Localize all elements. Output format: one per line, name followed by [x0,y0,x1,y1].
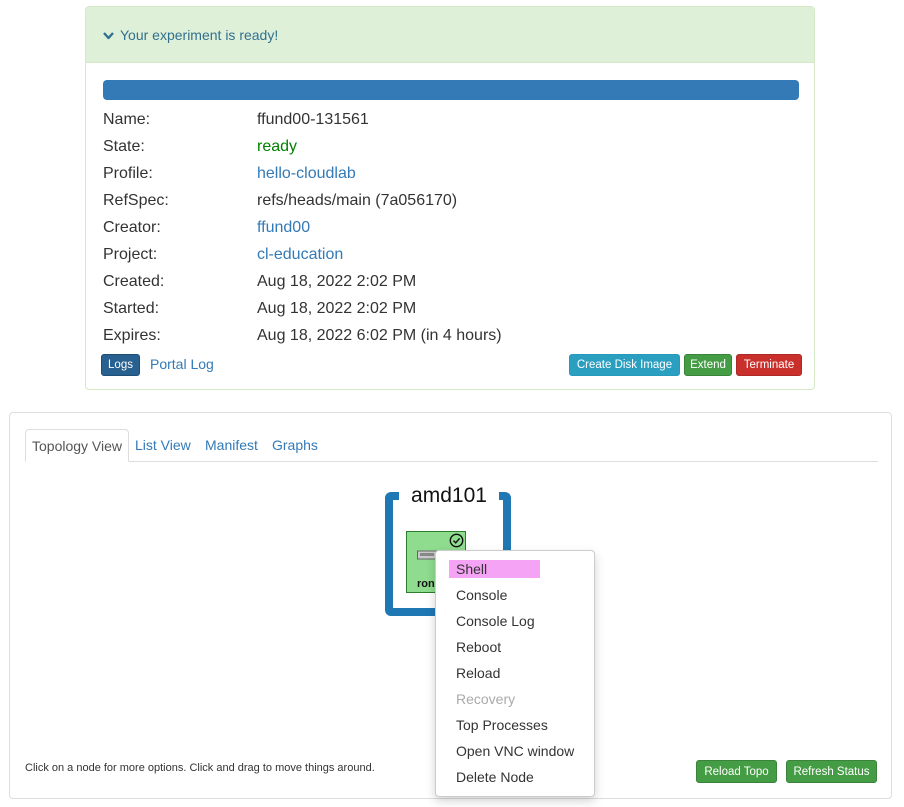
experiment-state: ready [257,137,298,155]
expires-value: Aug 18, 2022 6:02 PM (in 4 hours) [257,326,502,344]
info-row-created: Created: Aug 18, 2022 2:02 PM [103,268,502,295]
tab-list-view[interactable]: List View [135,429,191,461]
portal-log-link[interactable]: Portal Log [150,356,214,372]
tab-topology-view[interactable]: Topology View [25,429,130,462]
tab-graphs[interactable]: Graphs [272,429,318,461]
status-heading-text: Your experiment is ready! [120,26,279,43]
info-row-creator: Creator: ffund00 [103,214,502,241]
chevron-down-icon [103,27,114,43]
node-context-menu: Shell Console Console Log Reboot Reload … [435,550,595,797]
create-disk-image-button[interactable]: Create Disk Image [569,354,680,376]
experiment-status-panel: Your experiment is ready! Name: ffund00-… [85,6,815,390]
info-row-state: State: ready [103,133,502,160]
info-key: Profile: [103,164,153,182]
site-label: amd101 [399,482,499,510]
info-key: Creator: [103,218,161,236]
extend-button[interactable]: Extend [684,354,732,376]
experiment-info-table: Name: ffund00-131561 State: ready Profil… [103,106,502,349]
topology-help-text: Click on a node for more options. Click … [25,762,375,774]
experiment-name: ffund00-131561 [257,110,369,128]
menu-item-shell[interactable]: Shell [449,560,540,578]
progress-bar [103,80,799,100]
info-key: State: [103,137,145,155]
terminate-button[interactable]: Terminate [736,354,802,376]
node-label: ron [417,578,435,590]
tab-manifest[interactable]: Manifest [205,429,258,461]
menu-item-console[interactable]: Console [456,586,507,604]
info-key: Project: [103,245,158,263]
info-key: Name: [103,110,151,128]
menu-item-top-processes[interactable]: Top Processes [456,716,548,734]
profile-link[interactable]: hello-cloudlab [257,165,356,183]
created-value: Aug 18, 2022 2:02 PM [257,272,417,290]
menu-item-reboot[interactable]: Reboot [456,638,501,656]
info-key: Started: [103,299,160,317]
logs-button[interactable]: Logs [101,354,140,376]
refresh-status-button[interactable]: Refresh Status [786,760,877,783]
info-key: Expires: [103,326,161,344]
started-value: Aug 18, 2022 2:02 PM [257,299,417,317]
info-row-expires: Expires: Aug 18, 2022 6:02 PM (in 4 hour… [103,322,502,349]
status-heading[interactable]: Your experiment is ready! [86,7,814,63]
info-key: Created: [103,272,165,290]
info-row-project: Project: cl-education [103,241,502,268]
info-row-profile: Profile: hello-cloudlab [103,160,502,187]
topology-tabs: Topology View List View Manifest Graphs [25,429,878,462]
menu-item-recovery: Recovery [456,691,516,707]
reload-topo-button[interactable]: Reload Topo [696,760,777,783]
menu-item-open-vnc[interactable]: Open VNC window [456,742,574,760]
menu-item-delete-node[interactable]: Delete Node [456,768,534,786]
menu-item-console-log[interactable]: Console Log [456,612,535,630]
creator-link[interactable]: ffund00 [257,219,310,237]
info-row-name: Name: ffund00-131561 [103,106,502,133]
refspec-value: refs/heads/main (7a056170) [257,191,458,209]
info-row-refspec: RefSpec: refs/heads/main (7a056170) [103,187,502,214]
info-key: RefSpec: [103,191,169,209]
menu-item-reload[interactable]: Reload [456,664,500,682]
info-row-started: Started: Aug 18, 2022 2:02 PM [103,295,502,322]
project-link[interactable]: cl-education [257,246,343,264]
